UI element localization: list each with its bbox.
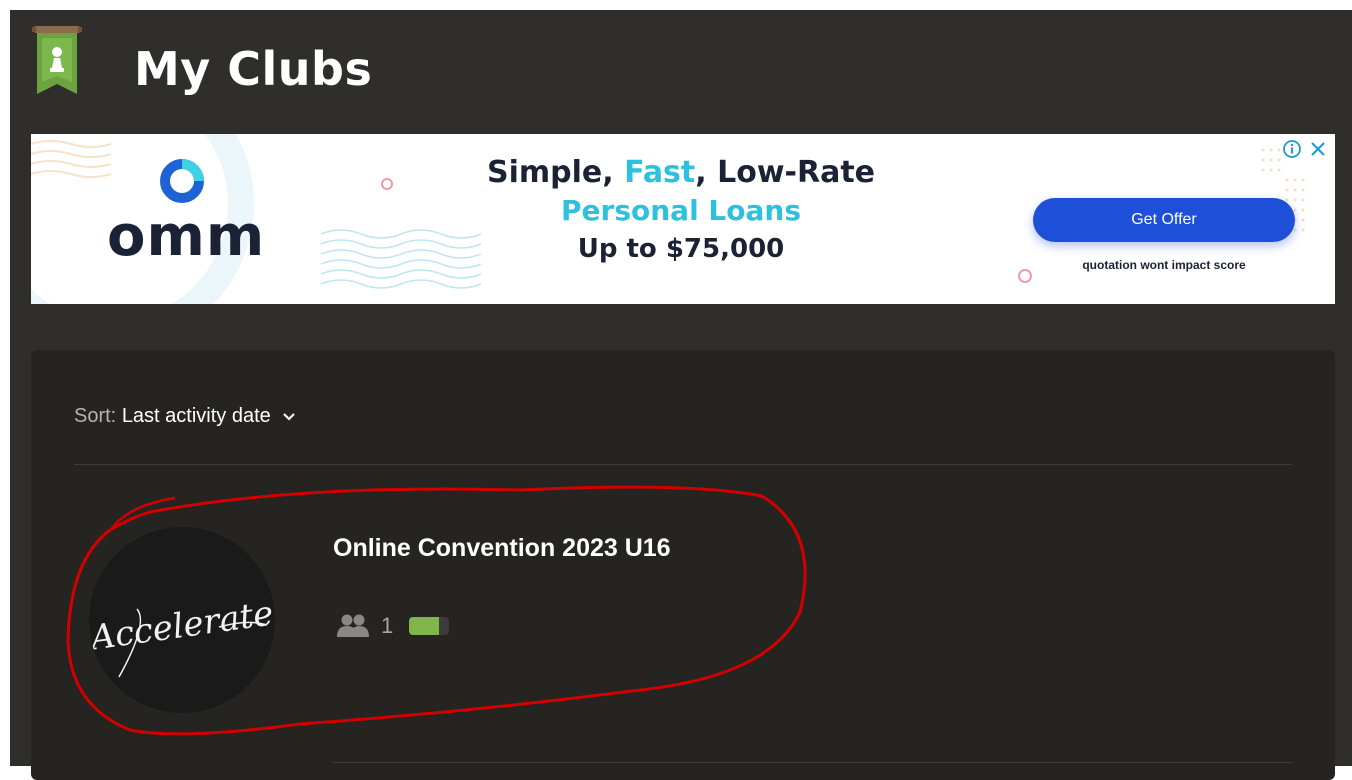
omm-logo-icon [160,159,204,203]
club-name-link[interactable]: Online Convention 2023 U16 [333,534,671,563]
sort-value: Last activity date [121,405,271,427]
page-background: My Clubs omm Simple, Fast, Low-Rate Pers… [10,10,1352,780]
advertisement-banner[interactable]: omm Simple, Fast, Low-Rate Personal Loan… [31,134,1335,304]
club-avatar-text: Accelerate [89,593,275,659]
ad-info-icon[interactable] [1281,138,1303,160]
ad-headline-part2: , Low-Rate [695,155,876,190]
ad-brand-name: omm [107,204,266,269]
ad-headline-part1: Simple, [486,155,625,190]
club-stats: 1 [335,612,450,640]
club-avatar[interactable]: Accelerate [89,527,275,713]
ad-disclaimer: quotation wont impact score [1082,258,1246,272]
page-title: My Clubs [134,42,373,96]
divider [333,762,1293,763]
ad-headline-fast: Fast [624,155,696,190]
sort-dropdown[interactable]: Sort: Last activity date [74,405,296,428]
sort-label: Sort: [74,405,117,427]
ad-close-icon[interactable] [1307,138,1329,160]
ad-headline: Simple, Fast, Low-Rate Personal Loans Up… [471,154,891,268]
member-count: 1 [381,613,394,638]
club-banner-icon [32,26,82,94]
activity-bar [409,617,450,635]
activity-bar-fill [409,617,440,635]
ad-headline-line3: Up to $75,000 [577,234,785,264]
page-header: My Clubs [10,10,1352,132]
members-icon [337,614,369,637]
accelerate-logo-image: Accelerate [89,593,275,678]
divider [74,464,1292,465]
ad-headline-line2: Personal Loans [561,194,801,227]
clubs-panel: Sort: Last activity date Accelerate Onli… [31,350,1335,780]
chevron-down-icon [283,412,296,421]
get-offer-button[interactable]: Get Offer [1033,198,1295,242]
